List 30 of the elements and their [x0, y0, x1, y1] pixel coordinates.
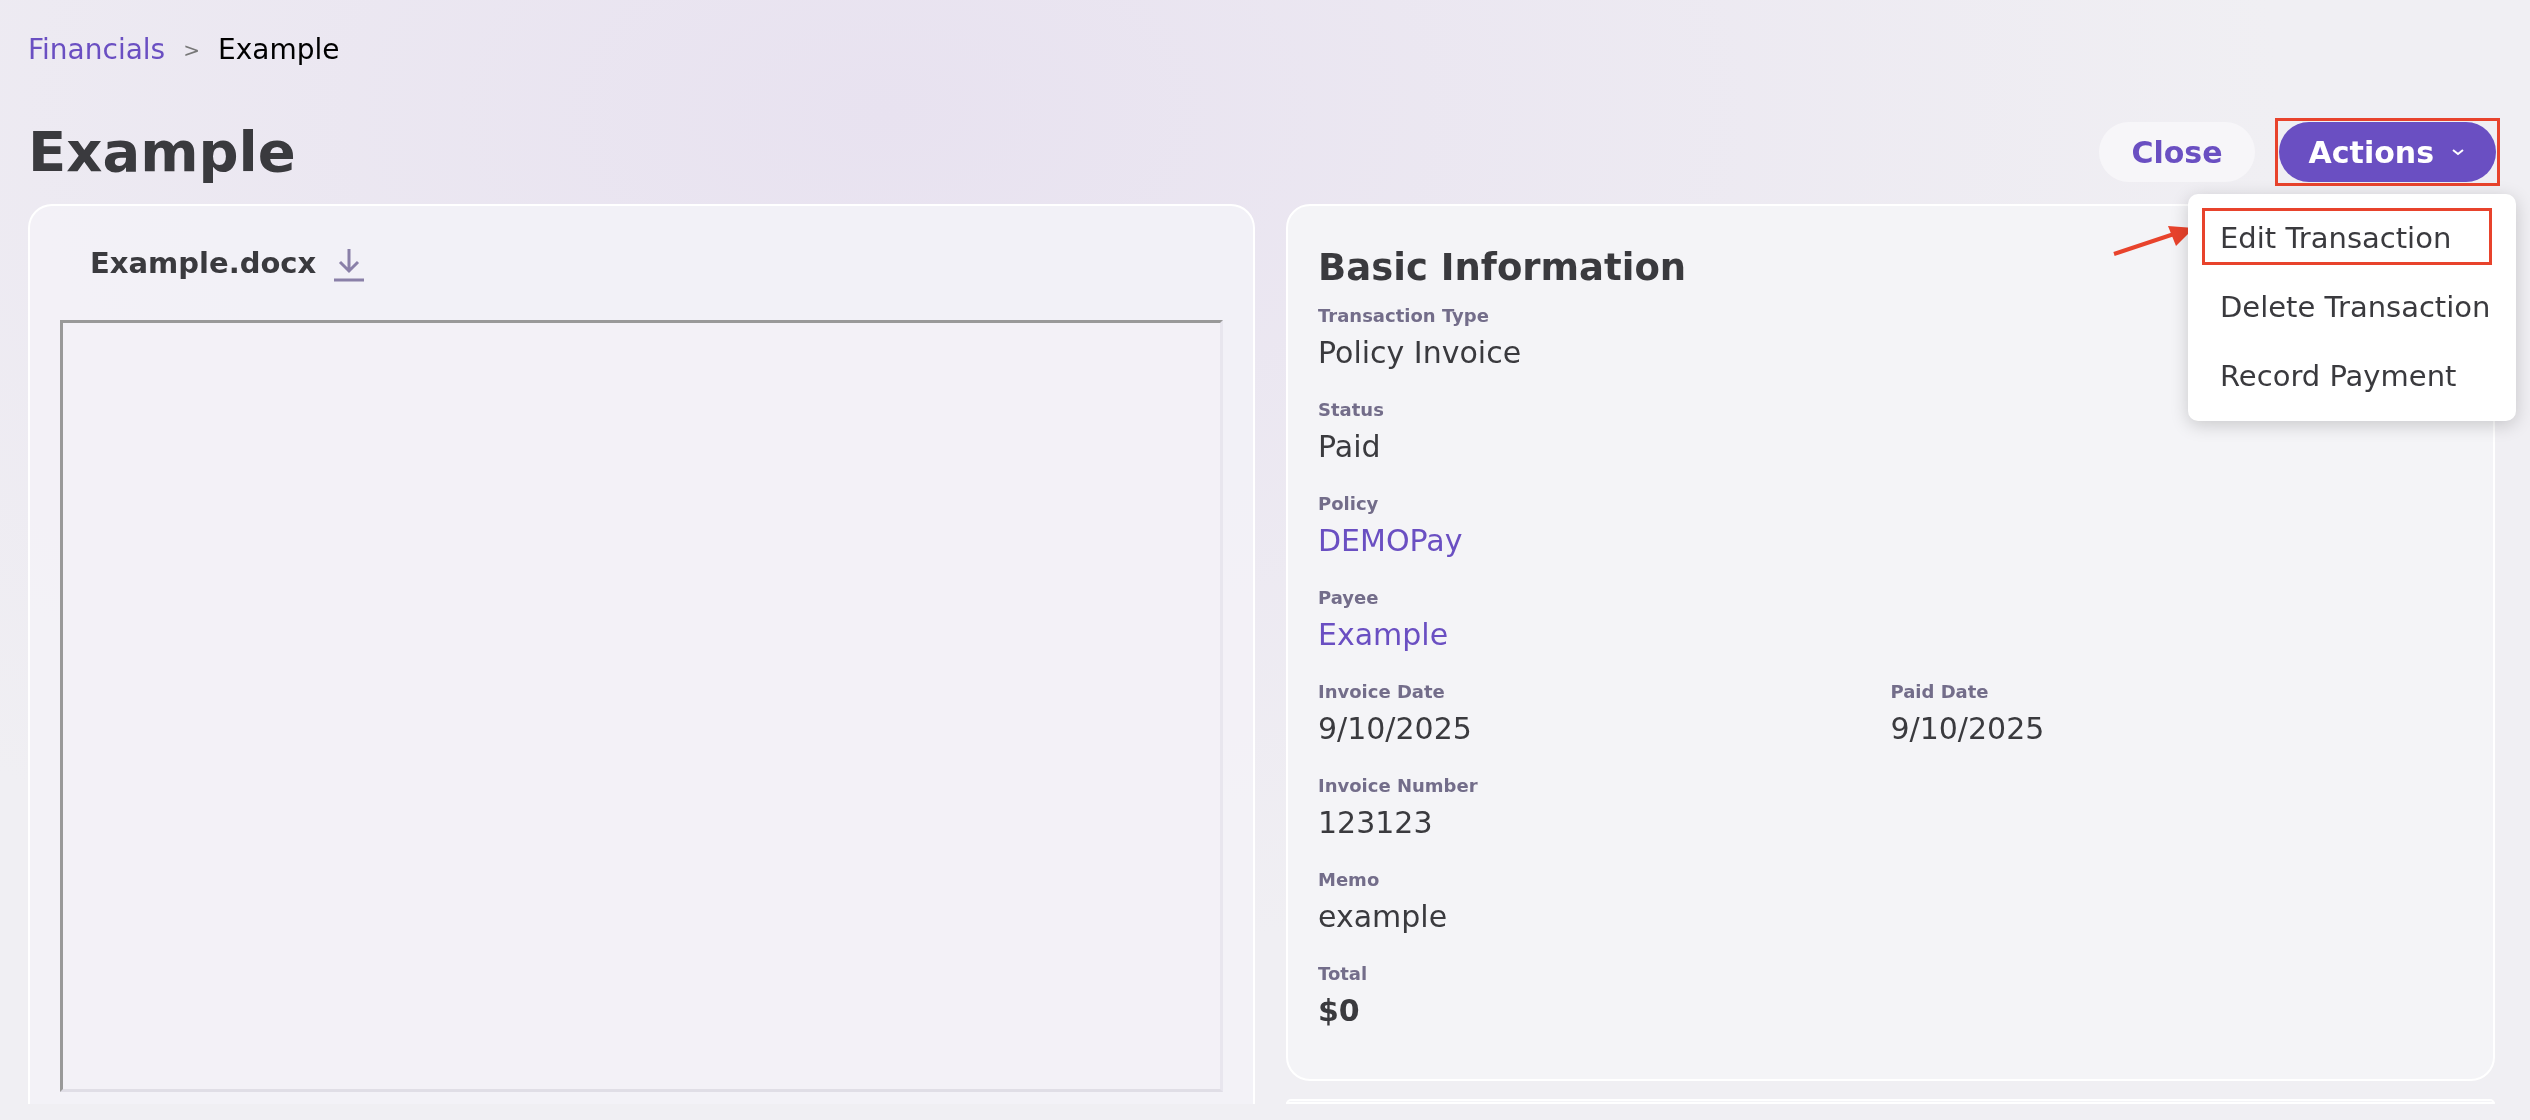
breadcrumb-current: Example [217, 32, 340, 68]
field-link[interactable]: DEMOPay [1318, 518, 1463, 563]
field-label: Total [1318, 962, 1369, 986]
breadcrumb-separator: > [183, 37, 200, 64]
field-value: 9/10/2025 [1890, 710, 2045, 748]
menu-item[interactable]: Delete Transaction [2188, 273, 2516, 342]
field-value: example [1318, 898, 1448, 936]
field-label: Invoice Date [1318, 680, 1446, 704]
field-label: Policy [1318, 492, 1380, 516]
field-value: $0 [1318, 992, 1360, 1030]
close-button[interactable]: Close [2099, 122, 2255, 182]
menu-item[interactable]: Record Payment [2188, 342, 2516, 411]
field-value: Policy Invoice [1318, 334, 1522, 372]
field-link[interactable]: Example [1318, 612, 1449, 657]
field-value: 9/10/2025 [1318, 710, 1472, 748]
menu-item[interactable]: Edit Transaction [2188, 204, 2516, 273]
field-label: Paid Date [1890, 680, 1990, 704]
chevron-down-icon [2450, 147, 2466, 157]
field-label: Status [1318, 398, 1385, 422]
field-value: Paid [1318, 428, 1381, 466]
actions-button[interactable]: Actions [2278, 122, 2496, 182]
field-label: Memo [1318, 868, 1381, 892]
file-name: Example.docx [90, 245, 317, 283]
breadcrumb-link[interactable]: Financials [28, 29, 166, 71]
page-title: Example [28, 118, 296, 186]
field-label: Invoice Number [1318, 774, 1479, 798]
field-value: 123123 [1318, 804, 1433, 842]
section-heading: Basic Information [1318, 245, 1687, 291]
field-label: Transaction Type [1318, 304, 1490, 328]
field-label: Payee [1318, 586, 1380, 610]
